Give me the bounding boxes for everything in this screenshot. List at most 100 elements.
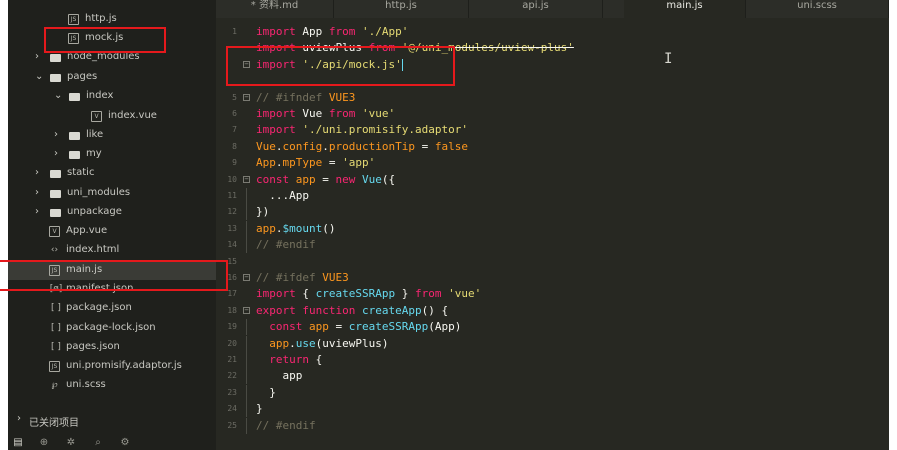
chevron-right-icon[interactable]: › bbox=[54, 148, 64, 160]
explorer-icon[interactable]: ▤ bbox=[12, 437, 24, 449]
code-token: from bbox=[414, 287, 442, 301]
tab-api-js[interactable]: api.js bbox=[469, 0, 603, 18]
sidebar-item-static[interactable]: › static bbox=[8, 164, 216, 183]
chevron-down-icon[interactable]: ⌄ bbox=[54, 90, 64, 102]
code-token: { bbox=[295, 287, 316, 301]
fold-guide bbox=[246, 188, 247, 204]
code-text: }) bbox=[256, 204, 269, 220]
fold-guide bbox=[246, 368, 247, 385]
sidebar-item-label: package.json bbox=[66, 302, 132, 313]
sidebar-item-index-vue[interactable]: Vindex.vue bbox=[8, 107, 216, 126]
code-line[interactable]: 22 app bbox=[216, 368, 889, 385]
code-line[interactable]: 10− const app = new Vue({ bbox=[216, 172, 889, 188]
sidebar-item-package-lock-json[interactable]: [ ] package-lock.json bbox=[8, 319, 216, 338]
fold-toggle-icon[interactable]: − bbox=[243, 175, 250, 183]
code-text: App.mpType = 'app' bbox=[256, 155, 375, 171]
settings-icon[interactable]: ⚙ bbox=[119, 437, 131, 449]
sidebar-item-pages[interactable]: ⌄ pages bbox=[8, 68, 216, 87]
code-text: ...App bbox=[256, 188, 309, 204]
chevron-right-icon[interactable]: › bbox=[54, 129, 64, 141]
sidebar-item-label: my bbox=[86, 148, 102, 159]
code-line[interactable]: 15 bbox=[216, 254, 889, 270]
code-line[interactable]: 9 App.mpType = 'app' bbox=[216, 155, 889, 171]
code-text: export function createApp() { bbox=[256, 303, 448, 319]
json-file-icon: [ ] bbox=[51, 342, 61, 352]
code-line[interactable]: 8 Vue.config.productionTip = false bbox=[216, 139, 889, 155]
chevron-right-icon[interactable]: › bbox=[35, 206, 45, 218]
fold-toggle-icon[interactable]: − bbox=[243, 274, 250, 281]
bug-icon[interactable]: ✲ bbox=[65, 437, 77, 449]
sidebar-item-label: unpackage bbox=[67, 206, 122, 217]
sidebar-item-index[interactable]: ⌄ index bbox=[8, 87, 216, 106]
code-line[interactable]: 18− export function createApp() { bbox=[216, 303, 889, 319]
vue-file-icon: V bbox=[49, 226, 60, 237]
folder-icon bbox=[50, 54, 61, 62]
code-token: () { bbox=[421, 303, 449, 317]
sidebar-item-uni-modules[interactable]: › uni_modules bbox=[8, 184, 216, 203]
code-line[interactable]: 7 import './uni.promisify.adaptor' bbox=[216, 122, 889, 138]
fold-toggle-icon[interactable]: − bbox=[243, 306, 250, 314]
code-token: Vue bbox=[362, 172, 382, 186]
sidebar-item-unpackage[interactable]: › unpackage bbox=[8, 203, 216, 222]
code-line[interactable]: 14 // #endif bbox=[216, 237, 889, 254]
code-token: } bbox=[395, 287, 415, 301]
fold-guide bbox=[246, 417, 247, 434]
sidebar-item-package-json[interactable]: [ ] package.json bbox=[8, 299, 216, 318]
sidebar-item-app-vue[interactable]: V App.vue bbox=[8, 222, 216, 241]
tab-main-js[interactable]: main.js bbox=[624, 0, 746, 18]
code-token: import bbox=[256, 107, 296, 120]
chevron-down-icon[interactable]: ⌄ bbox=[35, 71, 45, 83]
sidebar-item-uni-scss[interactable]: ℘ uni.scss bbox=[8, 376, 216, 395]
fold-toggle-icon[interactable]: − bbox=[243, 93, 250, 101]
sidebar-item-pages-json[interactable]: [ ] pages.json bbox=[8, 338, 216, 357]
line-number: 23 bbox=[227, 387, 237, 397]
sidebar-item-uni-promisify-adaptor-js[interactable]: JS uni.promisify.adaptor.js bbox=[8, 357, 216, 376]
search-icon[interactable]: ⌕ bbox=[92, 437, 104, 449]
code-text: // #endif bbox=[256, 237, 316, 253]
code-line[interactable]: 6 import Vue from 'vue' bbox=[216, 106, 889, 122]
code-line[interactable]: 24} bbox=[216, 401, 889, 418]
code-token: = bbox=[315, 172, 336, 186]
chevron-right-icon[interactable]: › bbox=[35, 167, 45, 179]
tab-http-js[interactable]: http.js bbox=[334, 0, 469, 18]
code-line[interactable]: 19 const app = createSSRApp(App) bbox=[216, 319, 889, 336]
sidebar-item-like[interactable]: › like bbox=[8, 126, 216, 145]
code-token: app bbox=[269, 336, 290, 350]
code-text: app.$mount() bbox=[256, 221, 336, 237]
code-token: Vue bbox=[295, 107, 329, 120]
tab-notes-md[interactable]: * 资料.md bbox=[216, 0, 334, 18]
chevron-right-icon[interactable]: › bbox=[35, 187, 45, 199]
line-number: 25 bbox=[227, 420, 237, 430]
code-line[interactable]: 20 app.use(uviewPlus) bbox=[216, 335, 889, 352]
code-token: from bbox=[328, 25, 356, 38]
fold-guide bbox=[246, 384, 247, 401]
tab-uni-scss[interactable]: uni.scss bbox=[746, 0, 889, 18]
code-token: 'vue' bbox=[362, 107, 396, 120]
js-file-icon: JS bbox=[68, 14, 79, 25]
fold-guide bbox=[246, 319, 247, 336]
fold-guide bbox=[246, 401, 247, 418]
code-token: #ifdef bbox=[275, 271, 323, 284]
code-token: // bbox=[256, 90, 276, 104]
code-text: app bbox=[256, 368, 302, 384]
code-line[interactable]: 12}) bbox=[216, 204, 889, 221]
sidebar-item-index-html[interactable]: ‹› index.html bbox=[8, 241, 216, 260]
code-text: import App from './App' bbox=[256, 24, 408, 40]
line-number: 22 bbox=[227, 371, 237, 381]
code-line[interactable]: 5−// #ifndef VUE3 bbox=[216, 90, 889, 106]
code-text: import './uni.promisify.adaptor' bbox=[256, 122, 468, 138]
code-line[interactable]: 1 import App from './App' bbox=[216, 24, 889, 40]
code-line[interactable]: 23 } bbox=[216, 384, 889, 401]
plugin-icon[interactable]: ⊕ bbox=[38, 437, 50, 449]
code-line[interactable]: 21 return { bbox=[216, 352, 889, 368]
code-token: const bbox=[269, 320, 303, 334]
sidebar-item-my[interactable]: › my bbox=[8, 145, 216, 164]
code-text: import Vue from 'vue' bbox=[256, 106, 395, 122]
code-line[interactable]: 17 import { createSSRApp } from 'vue' bbox=[216, 286, 889, 302]
code-line[interactable]: 16−// #ifdef VUE3 bbox=[216, 270, 889, 286]
code-line[interactable]: 11 ...App bbox=[216, 188, 889, 204]
code-line[interactable]: 25 // #endif bbox=[216, 417, 889, 434]
code-line[interactable]: 13 app.$mount() bbox=[216, 220, 889, 237]
closed-projects-row[interactable]: › 已关闭项目 bbox=[8, 410, 216, 430]
